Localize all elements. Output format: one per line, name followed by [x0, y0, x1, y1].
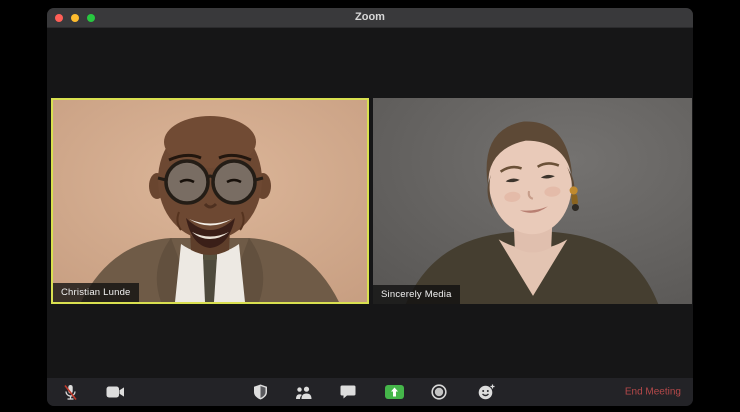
share-screen-button[interactable] [382, 380, 406, 404]
video-tile-christian-lunde[interactable]: Christian Lunde [51, 98, 369, 304]
meeting-toolbar: End Meeting [47, 378, 693, 406]
mute-button[interactable] [58, 380, 82, 404]
record-icon [431, 384, 447, 400]
video-tile-sincerely-media[interactable]: Sincerely Media [373, 98, 692, 304]
participants-button[interactable] [292, 380, 316, 404]
participants-icon [296, 386, 312, 399]
participant-video-woman [373, 98, 692, 304]
security-button[interactable] [248, 380, 272, 404]
participant-name-label: Christian Lunde [53, 283, 139, 302]
window-titlebar: Zoom [47, 8, 693, 28]
end-meeting-button[interactable]: End Meeting [625, 387, 681, 398]
participant-name-label: Sincerely Media [373, 285, 460, 304]
desktop: Zoom Christian Lunde Sincerely Media End… [0, 0, 740, 412]
video-camera-icon [106, 386, 124, 398]
microphone-muted-icon [63, 384, 77, 400]
stop-video-button[interactable] [103, 380, 127, 404]
security-shield-icon [253, 384, 267, 400]
share-screen-icon [384, 385, 404, 399]
chat-button[interactable] [336, 380, 360, 404]
zoom-meeting-window: Zoom Christian Lunde Sincerely Media End… [47, 8, 693, 406]
chat-bubble-icon [340, 385, 356, 399]
window-title: Zoom [355, 11, 385, 23]
reactions-button[interactable] [474, 380, 498, 404]
participant-video-man [53, 100, 367, 302]
record-button[interactable] [427, 380, 451, 404]
video-stage: Christian Lunde Sincerely Media [47, 29, 693, 378]
reactions-icon [478, 384, 494, 400]
